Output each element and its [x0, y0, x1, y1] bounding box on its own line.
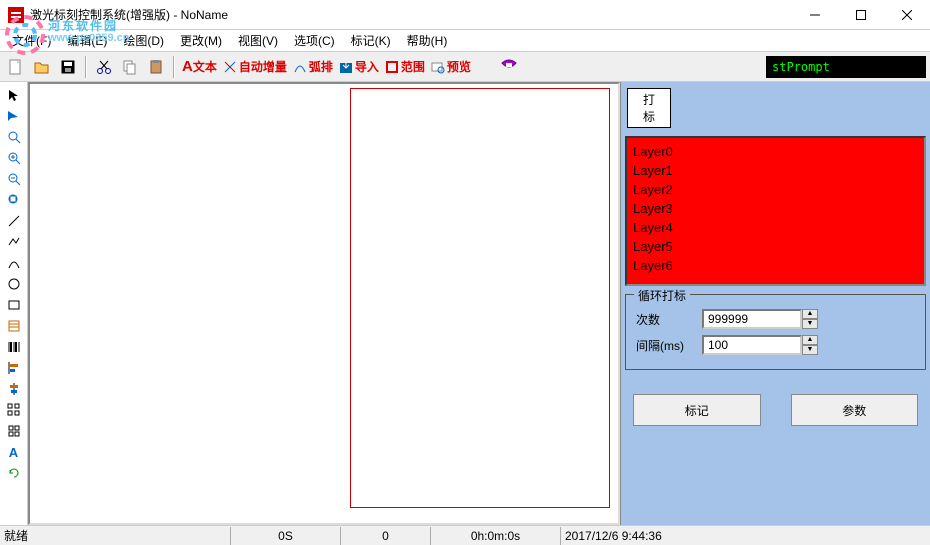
- auto-increment-icon: [223, 60, 237, 74]
- layer-item[interactable]: Layer1: [633, 161, 918, 180]
- zoom-in-tool[interactable]: [3, 149, 25, 167]
- layer-item[interactable]: Layer2: [633, 180, 918, 199]
- text-tool-button[interactable]: AA文本文本: [180, 55, 219, 79]
- loop-mark-group: 循环打标 次数 ▲▼ 间隔(ms) ▲▼: [625, 294, 926, 370]
- close-button[interactable]: [884, 0, 930, 30]
- align-left-tool[interactable]: [3, 359, 25, 377]
- main-toolbar: AA文本文本 自动增量 弧排 导入 范围 预览 stPrompt: [0, 52, 930, 82]
- prompt-display: stPrompt: [766, 56, 926, 78]
- interval-spinner[interactable]: ▲▼: [802, 335, 818, 355]
- menu-edit[interactable]: 编辑(E): [59, 30, 115, 51]
- mark-button[interactable]: 标记: [633, 394, 761, 426]
- title-bar: 激光标刻控制系统(增强版) - NoName: [0, 0, 930, 30]
- menu-view[interactable]: 视图(V): [230, 30, 286, 51]
- layer-item[interactable]: Layer4: [633, 218, 918, 237]
- separator: [85, 56, 87, 78]
- times-label: 次数: [636, 311, 692, 328]
- status-datetime: 2017/12/6 9:44:36: [560, 527, 930, 545]
- paste-button[interactable]: [144, 55, 168, 79]
- arc-arrange-button[interactable]: 弧排: [291, 55, 335, 79]
- side-toolbox: A: [0, 82, 28, 525]
- interval-label: 间隔(ms): [636, 337, 692, 354]
- status-duration: 0h:0m:0s: [430, 527, 560, 545]
- menu-modify[interactable]: 更改(M): [172, 30, 230, 51]
- barcode-tool[interactable]: [3, 338, 25, 356]
- new-button[interactable]: [4, 55, 28, 79]
- layer-item[interactable]: Layer5: [633, 237, 918, 256]
- range-icon: [385, 60, 399, 74]
- select-tool[interactable]: [3, 86, 25, 104]
- refresh-tool[interactable]: [3, 464, 25, 482]
- polyline-tool[interactable]: [3, 233, 25, 251]
- layer-item[interactable]: Layer0: [633, 142, 918, 161]
- canvas-area[interactable]: [28, 82, 620, 525]
- menu-file[interactable]: 文件(F): [4, 30, 59, 51]
- help-button[interactable]: [497, 55, 521, 79]
- rect-tool[interactable]: [3, 296, 25, 314]
- preview-icon: [431, 60, 445, 74]
- separator: [173, 56, 175, 78]
- auto-increment-button[interactable]: 自动增量: [221, 55, 289, 79]
- save-button[interactable]: [56, 55, 80, 79]
- arc-icon: [293, 60, 307, 74]
- minimize-button[interactable]: [792, 0, 838, 30]
- align-center-tool[interactable]: [3, 380, 25, 398]
- import-button[interactable]: 导入: [337, 55, 381, 79]
- layer-item[interactable]: Layer6: [633, 256, 918, 275]
- arc-tool[interactable]: [3, 254, 25, 272]
- document-outline: [350, 88, 610, 508]
- grid-tool[interactable]: [3, 422, 25, 440]
- line-tool[interactable]: [3, 212, 25, 230]
- cut-button[interactable]: [92, 55, 116, 79]
- menu-help[interactable]: 帮助(H): [399, 30, 456, 51]
- right-panel: 打标 Layer0 Layer1 Layer2 Layer3 Layer4 La…: [620, 82, 930, 525]
- interval-input[interactable]: [702, 335, 802, 355]
- status-time1: 0S: [230, 527, 340, 545]
- layer-item[interactable]: Layer3: [633, 199, 918, 218]
- status-bar: 就绪 0S 0 0h:0m:0s 2017/12/6 9:44:36: [0, 525, 930, 545]
- menu-option[interactable]: 选项(C): [286, 30, 343, 51]
- hatch-tool[interactable]: [3, 317, 25, 335]
- import-icon: [339, 60, 353, 74]
- distribute-tool[interactable]: [3, 401, 25, 419]
- params-button[interactable]: 参数: [791, 394, 919, 426]
- status-ready: 就绪: [0, 527, 230, 545]
- preview-button[interactable]: 预览: [429, 55, 473, 79]
- maximize-button[interactable]: [838, 0, 884, 30]
- menu-mark[interactable]: 标记(K): [343, 30, 399, 51]
- range-button[interactable]: 范围: [383, 55, 427, 79]
- move-tool[interactable]: [3, 107, 25, 125]
- zoom-tool[interactable]: [3, 128, 25, 146]
- status-count: 0: [340, 527, 430, 545]
- copy-button[interactable]: [118, 55, 142, 79]
- zoom-out-tool[interactable]: [3, 170, 25, 188]
- tab-mark[interactable]: 打标: [627, 88, 671, 128]
- text-a-tool[interactable]: A: [3, 443, 25, 461]
- times-input[interactable]: [702, 309, 802, 329]
- menu-bar: 文件(F) 编辑(E) 绘图(D) 更改(M) 视图(V) 选项(C) 标记(K…: [0, 30, 930, 52]
- open-button[interactable]: [30, 55, 54, 79]
- menu-draw[interactable]: 绘图(D): [115, 30, 172, 51]
- circle-tool[interactable]: [3, 275, 25, 293]
- zoom-fit-tool[interactable]: [3, 191, 25, 209]
- layer-list[interactable]: Layer0 Layer1 Layer2 Layer3 Layer4 Layer…: [625, 136, 926, 286]
- times-spinner[interactable]: ▲▼: [802, 309, 818, 329]
- app-icon: [8, 7, 24, 23]
- group-legend: 循环打标: [634, 287, 690, 304]
- window-title: 激光标刻控制系统(增强版) - NoName: [30, 6, 792, 23]
